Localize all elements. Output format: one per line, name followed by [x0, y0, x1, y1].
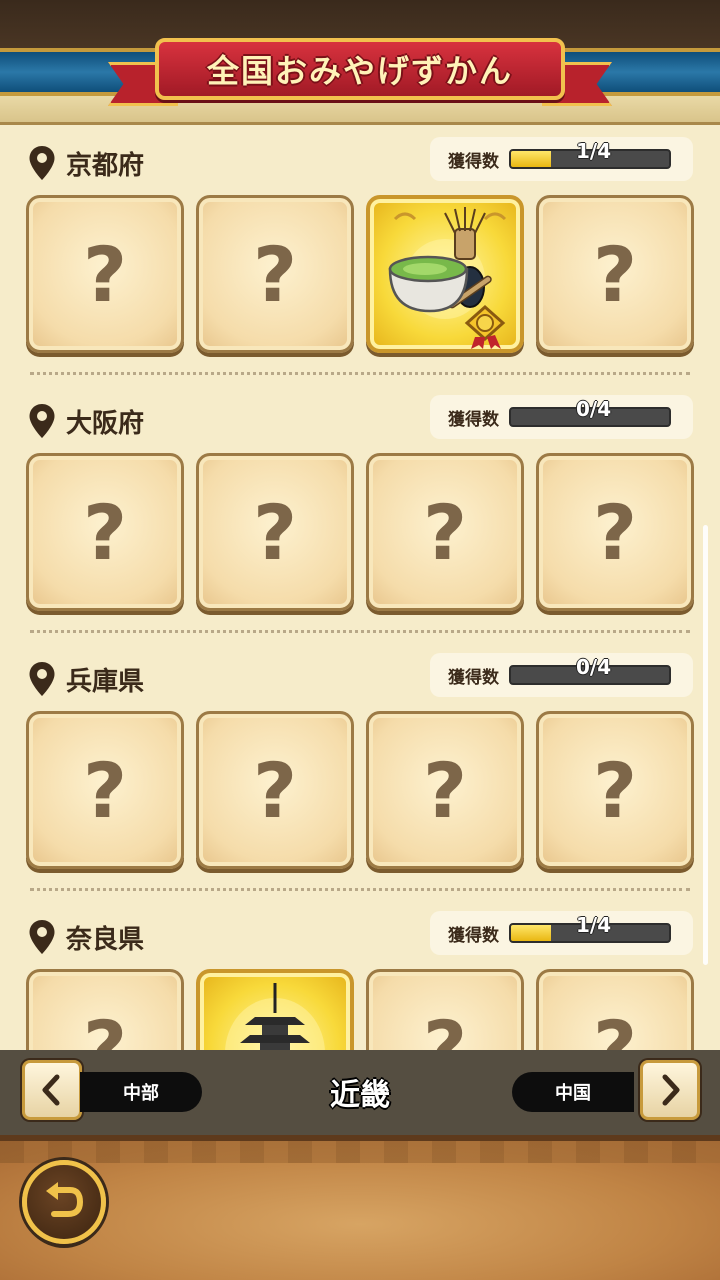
next-region-button[interactable] — [640, 1060, 700, 1120]
unknown-mark: ? — [592, 745, 638, 835]
souvenir-card-locked[interactable]: ? — [26, 453, 184, 611]
scrollbar[interactable] — [703, 525, 708, 965]
section-divider — [30, 372, 690, 375]
acquired-count: 獲得数 1/4 — [430, 911, 693, 955]
acquired-count: 獲得数 0/4 — [430, 653, 693, 697]
souvenir-card-locked[interactable]: ? — [536, 969, 694, 1050]
acquired-count-label: 獲得数 — [448, 409, 499, 430]
unknown-mark: ? — [252, 745, 298, 835]
section-divider — [30, 888, 690, 891]
back-button[interactable] — [22, 1160, 106, 1244]
unknown-mark: ? — [82, 745, 128, 835]
acquired-count: 獲得数 0/4 — [430, 395, 693, 439]
souvenir-card-locked[interactable]: ? — [26, 969, 184, 1050]
title-ribbon: 全国おみやげずかん — [155, 38, 565, 100]
prefecture-name: 奈良県 — [66, 924, 145, 955]
chevron-left-icon — [42, 1074, 60, 1106]
unknown-mark: ? — [82, 229, 128, 319]
progress-text: 1/4 — [576, 913, 612, 937]
souvenir-card-locked[interactable]: ? — [26, 195, 184, 353]
prefecture-section: 奈良県 獲得数 1/4 ? ? ? — [0, 899, 720, 1050]
footer-bar — [0, 1135, 720, 1280]
header-underline — [0, 96, 720, 125]
progress-text: 0/4 — [576, 397, 612, 421]
souvenir-card-locked[interactable]: ? — [196, 453, 354, 611]
souvenir-card-pagoda[interactable] — [196, 969, 354, 1050]
unknown-mark: ? — [592, 1003, 638, 1051]
page-title: 全国おみやげずかん — [206, 52, 513, 90]
acquired-count-label: 獲得数 — [448, 925, 499, 946]
unknown-mark: ? — [422, 745, 468, 835]
souvenir-card-matcha[interactable] — [366, 195, 524, 353]
prefecture-section: 兵庫県 獲得数 0/4 ? ? ? ? — [0, 641, 720, 899]
unknown-mark: ? — [422, 487, 468, 577]
footer-trim — [0, 1141, 720, 1163]
souvenir-card-locked[interactable]: ? — [536, 195, 694, 353]
souvenir-card-locked[interactable]: ? — [26, 711, 184, 869]
matcha-bowl-and-whisk-icon — [388, 207, 507, 349]
prefecture-header: 奈良県 — [28, 917, 144, 957]
region-navigator: 中部 近畿 中国 — [0, 1050, 720, 1135]
souvenir-card-locked[interactable]: ? — [536, 453, 694, 611]
souvenir-card-locked[interactable]: ? — [366, 969, 524, 1050]
souvenir-card-locked[interactable]: ? — [366, 453, 524, 611]
prefecture-header: 兵庫県 — [28, 659, 144, 699]
progress-text: 0/4 — [576, 655, 612, 679]
prefecture-name: 大阪府 — [66, 408, 145, 439]
prefecture-name: 兵庫県 — [66, 666, 145, 697]
next-region-label[interactable]: 中国 — [512, 1072, 634, 1112]
return-arrow-icon — [46, 1182, 84, 1217]
prev-region-label[interactable]: 中部 — [80, 1072, 202, 1112]
unknown-mark: ? — [592, 487, 638, 577]
prefecture-header: 大阪府 — [28, 401, 144, 441]
prefecture-section: 大阪府 獲得数 0/4 ? ? ? ? — [0, 383, 720, 641]
current-region-label: 近畿 — [330, 1078, 390, 1113]
souvenir-list[interactable]: 京都府 獲得数 1/4 ? ? ? 大阪府 獲得数 0/4 ? ? ? ? 兵庫… — [0, 125, 720, 1050]
prev-region-button[interactable] — [22, 1060, 82, 1120]
souvenir-grid: ? ? ? — [26, 969, 696, 1050]
unknown-mark: ? — [82, 1003, 128, 1051]
location-pin-icon — [29, 662, 55, 696]
unknown-mark: ? — [82, 487, 128, 577]
location-pin-icon — [29, 146, 55, 180]
unknown-mark: ? — [422, 1003, 468, 1051]
acquired-count: 獲得数 1/4 — [430, 137, 693, 181]
souvenir-card-locked[interactable]: ? — [196, 195, 354, 353]
prefecture-name: 京都府 — [66, 150, 145, 181]
prefecture-section: 京都府 獲得数 1/4 ? ? ? — [0, 125, 720, 383]
prefecture-header: 京都府 — [28, 143, 144, 183]
souvenir-grid: ? ? ? ? — [26, 711, 696, 871]
unknown-mark: ? — [592, 229, 638, 319]
progress-fill — [511, 925, 551, 941]
chevron-right-icon — [662, 1074, 680, 1106]
acquired-count-label: 獲得数 — [448, 151, 499, 172]
section-divider — [30, 630, 690, 633]
souvenir-card-locked[interactable]: ? — [536, 711, 694, 869]
progress-text: 1/4 — [576, 139, 612, 163]
pagoda-icon — [225, 983, 325, 1050]
souvenir-grid: ? ? ? ? — [26, 453, 696, 613]
unknown-mark: ? — [252, 229, 298, 319]
location-pin-icon — [29, 920, 55, 954]
progress-fill — [511, 151, 551, 167]
souvenir-grid: ? ? ? — [26, 195, 696, 355]
location-pin-icon — [29, 404, 55, 438]
souvenir-card-locked[interactable]: ? — [366, 711, 524, 869]
unknown-mark: ? — [252, 487, 298, 577]
acquired-count-label: 獲得数 — [448, 667, 499, 688]
souvenir-card-locked[interactable]: ? — [196, 711, 354, 869]
